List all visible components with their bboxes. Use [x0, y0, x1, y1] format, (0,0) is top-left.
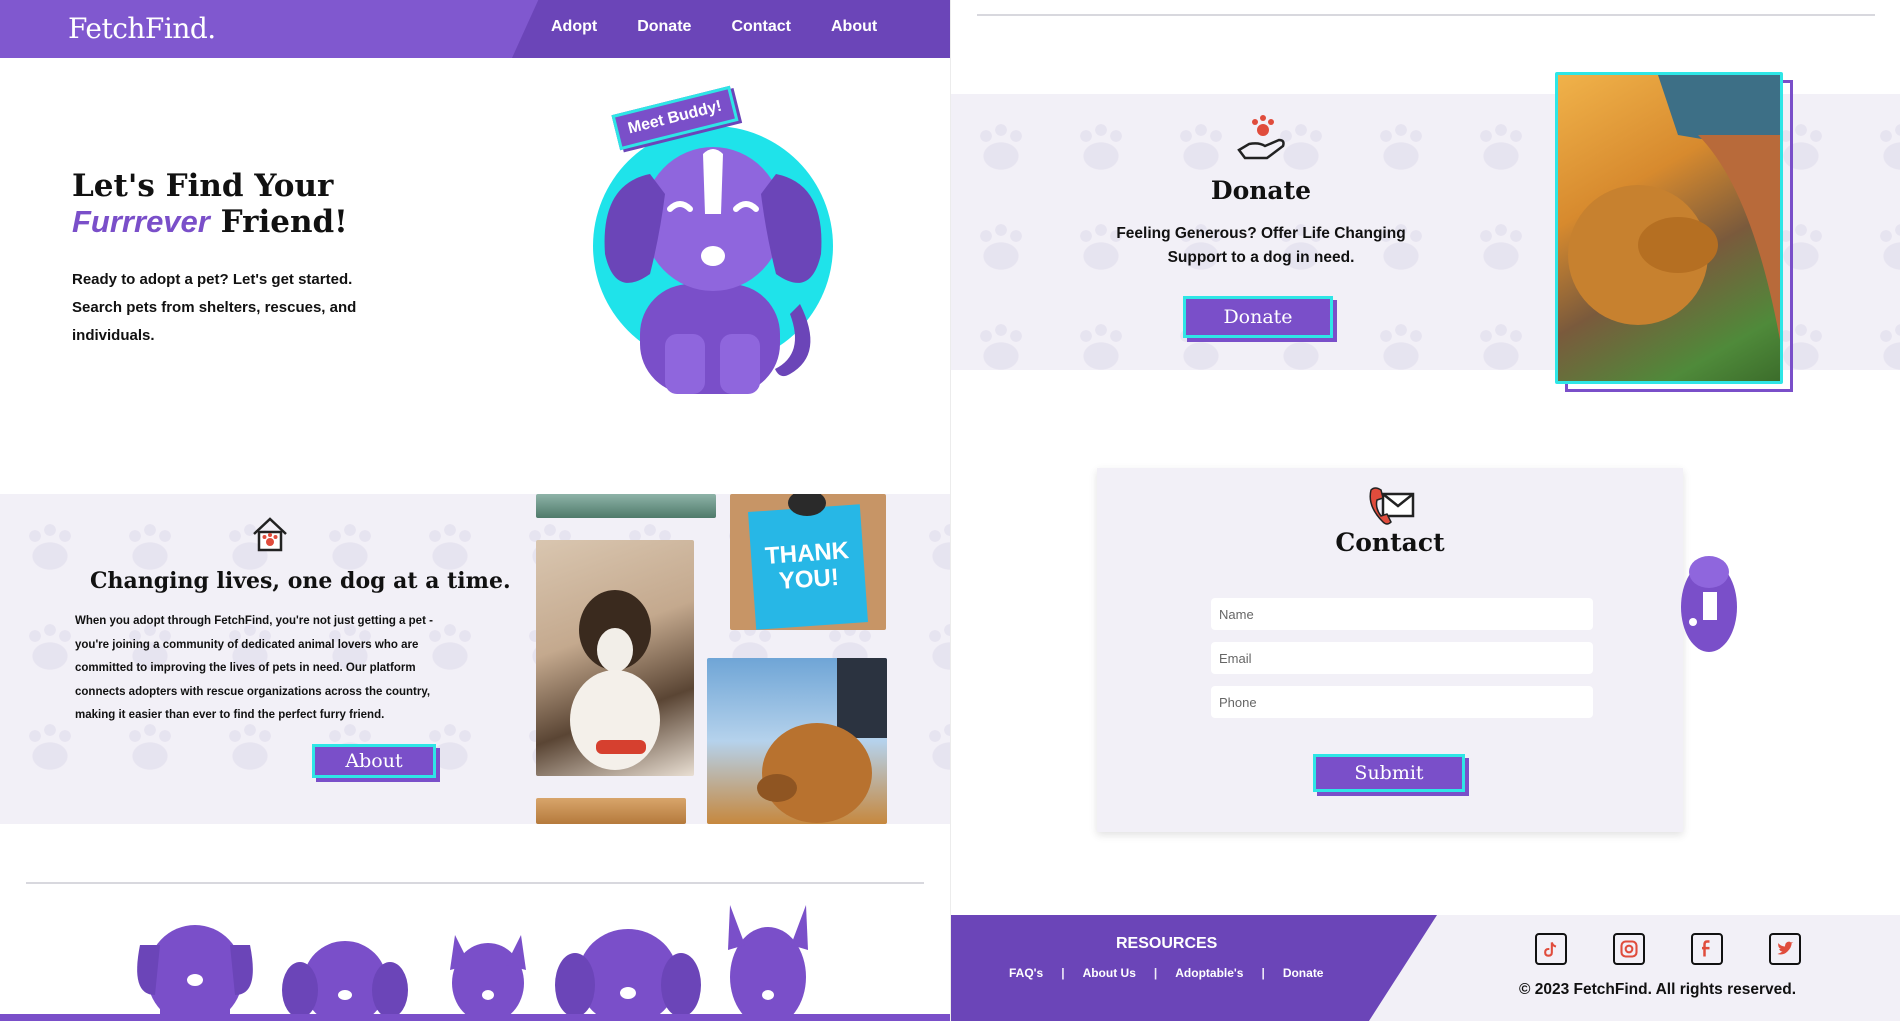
facebook-icon[interactable]: [1691, 933, 1723, 965]
hand-paw-icon: [1237, 115, 1285, 160]
collage-photo-golden-dog: [707, 658, 887, 824]
email-field[interactable]: [1211, 642, 1593, 674]
nav-links: Adopt Donate Contact About: [551, 18, 877, 36]
hero-description: Ready to adopt a pet? Let's get started.…: [72, 271, 357, 344]
donate-photo-dog-and-owner: [1555, 72, 1783, 384]
footer-link-faqs[interactable]: FAQ's: [1009, 966, 1043, 980]
collage-photo-jack-russell: [536, 540, 694, 776]
section-divider: [26, 882, 924, 884]
about-title: Changing lives, one dog at a time.: [90, 568, 511, 594]
thank-you-card: THANK YOU!: [748, 504, 868, 630]
footer: RESOURCES FAQ's | About Us | Adoptable's…: [951, 915, 1900, 1021]
tiktok-icon[interactable]: [1535, 933, 1567, 965]
donate-button[interactable]: Donate: [1183, 296, 1333, 338]
nav-link-about[interactable]: About: [831, 18, 877, 36]
nav-link-adopt[interactable]: Adopt: [551, 18, 597, 36]
collage-photo-thank-you: THANK YOU!: [730, 494, 886, 630]
footer-link-separator: |: [1261, 966, 1265, 980]
top-divider: [977, 14, 1875, 16]
footer-links: FAQ's | About Us | Adoptable's | Donate: [1009, 966, 1323, 980]
resources-title: RESOURCES: [1116, 935, 1218, 952]
dog-silhouette-row: [137, 905, 808, 1021]
phone-field[interactable]: [1211, 686, 1593, 718]
hero-title-rest: Friend!: [220, 204, 348, 240]
top-nav: FetchFind. Adopt Donate Contact About: [0, 0, 950, 58]
peeking-dog-illustration: [1681, 556, 1737, 652]
footer-link-adoptables[interactable]: Adoptable's: [1175, 966, 1243, 980]
brand-logo[interactable]: FetchFind.: [68, 12, 216, 45]
about-description: When you adopt through FetchFind, you're…: [75, 615, 433, 721]
collage-photo-bottom: [536, 798, 686, 824]
collage-photo-top: [536, 494, 716, 518]
nav-link-donate[interactable]: Donate: [637, 18, 691, 36]
donate-title: Donate: [1210, 176, 1312, 205]
donate-description: Feeling Generous? Offer Life Changing Su…: [1116, 225, 1406, 266]
hero-title: Let's Find Your Furrrever Friend!: [72, 168, 348, 240]
about-button[interactable]: About: [312, 744, 436, 778]
submit-button[interactable]: Submit: [1313, 754, 1465, 792]
footer-link-separator: |: [1061, 966, 1065, 980]
instagram-icon[interactable]: [1613, 933, 1645, 965]
hero-title-line1: Let's Find Your: [72, 168, 334, 204]
copyright-text: © 2023 FetchFind. All rights reserved.: [1519, 981, 1797, 998]
phone-mail-icon: [1369, 487, 1415, 525]
donate-contact-panel: Donate Feeling Generous? Offer Life Chan…: [950, 0, 1900, 1021]
home-page-panel: FetchFind. Adopt Donate Contact About Le…: [0, 0, 950, 1021]
house-paw-icon: [253, 517, 287, 552]
footer-link-separator: |: [1153, 966, 1158, 980]
name-field[interactable]: [1211, 598, 1593, 630]
contact-title: Contact: [1335, 528, 1445, 557]
hero-title-emphasis: Furrrever: [72, 204, 210, 239]
contact-form-card: Contact Submit: [1097, 468, 1683, 832]
footer-link-about-us[interactable]: About Us: [1083, 966, 1136, 980]
footer-link-donate[interactable]: Donate: [1283, 966, 1324, 980]
bottom-accent-bar: [0, 1014, 950, 1021]
nav-link-contact[interactable]: Contact: [731, 18, 791, 36]
twitter-icon[interactable]: [1769, 933, 1801, 965]
